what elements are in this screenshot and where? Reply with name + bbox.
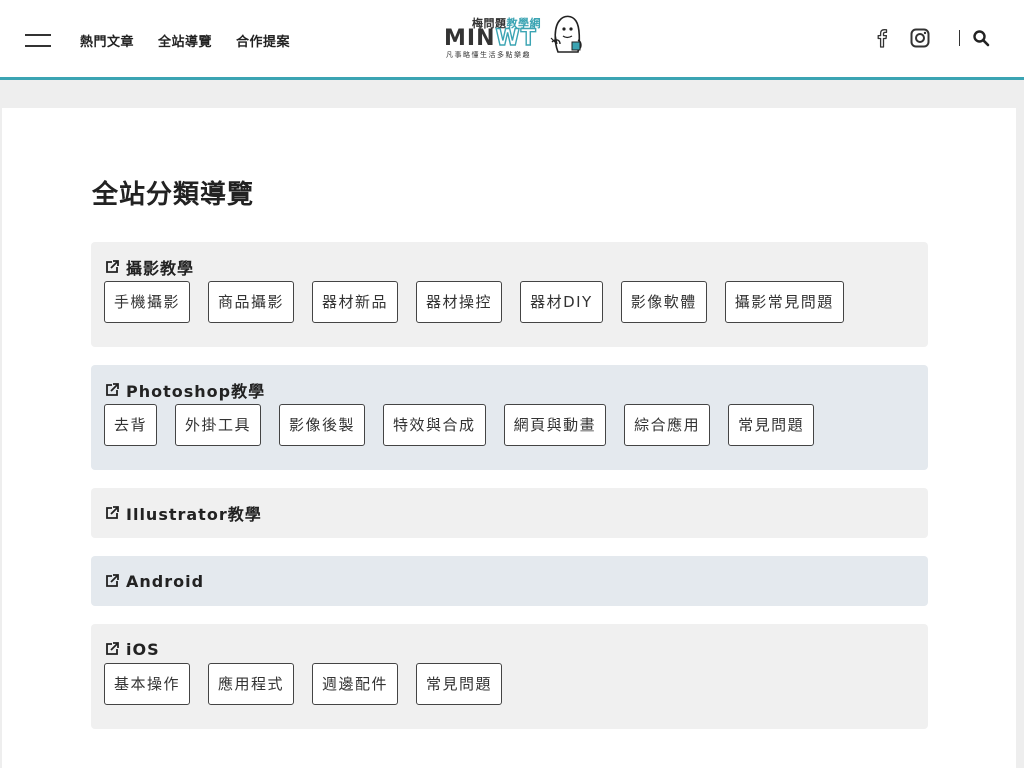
nav-site-guide[interactable]: 全站導覽 [158,31,212,50]
main-nav: 熱門文章 全站導覽 合作提案 [80,31,290,50]
instagram-icon[interactable] [909,27,931,49]
category-android: Android [91,556,928,606]
tag-button[interactable]: 商品攝影 [208,281,295,323]
category-link-ios[interactable]: iOS [104,638,915,660]
header-divider [959,30,960,46]
tag-button[interactable]: 常見問題 [728,404,815,446]
category-link-photoshop[interactable]: Photoshop教學 [104,379,915,401]
category-title: Illustrator教學 [126,505,262,524]
category-ios: iOS 基本操作 應用程式 週邊配件 常見問題 [91,624,928,729]
nav-popular-articles[interactable]: 熱門文章 [80,31,134,50]
nav-cooperation[interactable]: 合作提案 [236,31,290,50]
tag-button[interactable]: 攝影常見問題 [724,281,844,323]
logo-brand: MINWT [444,25,537,51]
category-title: Android [126,571,205,591]
facebook-icon[interactable] [871,27,893,49]
tag-button[interactable]: 器材DIY [520,281,603,323]
category-title: Photoshop教學 [126,382,266,401]
tag-button[interactable]: 器材新品 [312,281,399,323]
category-title: iOS [126,639,160,659]
tag-list: 手機攝影 商品攝影 器材新品 器材操控 器材DIY 影像軟體 攝影常見問題 [104,281,915,323]
tag-list: 去背 外掛工具 影像後製 特效與合成 網頁與動畫 綜合應用 常見問題 [104,404,915,446]
category-illustrator: Illustrator教學 [91,488,928,538]
header-actions [855,27,990,49]
logo-tagline-bottom: 凡事略懂生活多點樂趣 [446,51,531,59]
external-link-icon [106,260,119,273]
tag-button[interactable]: 影像後製 [279,404,366,446]
external-link-icon [106,383,119,396]
tag-button[interactable]: 應用程式 [208,663,295,705]
tag-button[interactable]: 去背 [104,404,158,446]
tag-button[interactable]: 手機攝影 [104,281,191,323]
site-header: 熱門文章 全站導覽 合作提案 梅問題教學網 MINWT 凡事略懂生活多點樂趣 [0,0,1024,80]
tag-button[interactable]: 器材操控 [416,281,503,323]
category-link-android[interactable]: Android [104,570,915,592]
tag-button[interactable]: 週邊配件 [312,663,399,705]
content-card: 全站分類導覽 攝影教學 手機攝影 商品攝影 器材新品 器材操控 器材DIY 影像… [2,108,1016,768]
search-icon[interactable] [972,29,990,47]
category-photoshop: Photoshop教學 去背 外掛工具 影像後製 特效與合成 網頁與動畫 綜合應… [91,365,928,470]
category-photography: 攝影教學 手機攝影 商品攝影 器材新品 器材操控 器材DIY 影像軟體 攝影常見… [91,242,928,347]
tag-button[interactable]: 影像軟體 [620,281,707,323]
tag-button[interactable]: 基本操作 [104,663,191,705]
category-link-illustrator[interactable]: Illustrator教學 [104,502,915,524]
tag-button[interactable]: 外掛工具 [175,404,262,446]
category-link-photography[interactable]: 攝影教學 [104,256,915,278]
tag-button[interactable]: 綜合應用 [624,404,711,446]
tag-list: 基本操作 應用程式 週邊配件 常見問題 [104,663,915,705]
mascot-icon [550,15,582,53]
tag-button[interactable]: 網頁與動畫 [503,404,607,446]
category-list: 攝影教學 手機攝影 商品攝影 器材新品 器材操控 器材DIY 影像軟體 攝影常見… [91,242,928,747]
site-logo[interactable]: 梅問題教學網 MINWT 凡事略懂生活多點樂趣 [444,12,584,60]
page-title: 全站分類導覽 [92,180,255,210]
external-link-icon [106,574,119,587]
external-link-icon [106,642,119,655]
external-link-icon [106,506,119,519]
tag-button[interactable]: 特效與合成 [383,404,486,446]
category-title: 攝影教學 [126,259,195,278]
hamburger-menu-icon[interactable] [25,34,51,48]
tag-button[interactable]: 常見問題 [416,663,503,705]
